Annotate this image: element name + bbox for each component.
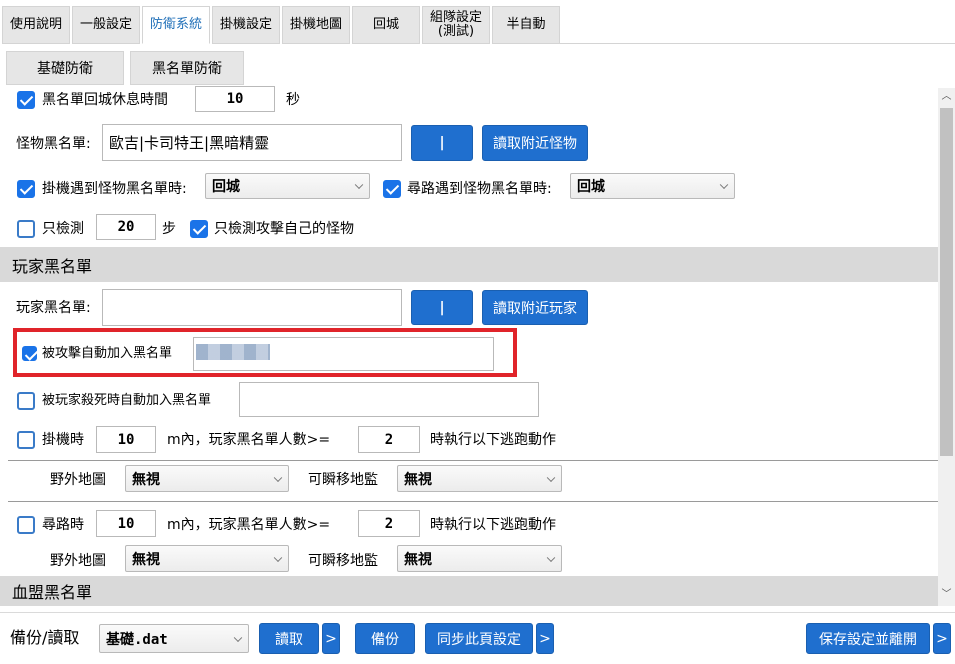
scroll-down-icon[interactable]: ﹀ <box>940 588 953 602</box>
idle-encounter-checkbox[interactable] <box>17 180 35 198</box>
idle-count-input[interactable]: 2 <box>358 426 420 453</box>
idle-field-map-label: 野外地圖 <box>50 472 106 488</box>
route-escape-tail: 時執行以下逃跑動作 <box>430 517 556 533</box>
killed-auto-add-input[interactable] <box>239 382 539 417</box>
sync-page-settings-button[interactable]: 同步此頁設定 <box>425 623 533 654</box>
idle-distance-input[interactable]: 10 <box>96 426 156 453</box>
clan-blacklist-section-header: 血盟黑名單 <box>0 576 938 606</box>
idle-escape-tail: 時執行以下逃跑動作 <box>430 432 556 448</box>
tab-party-settings[interactable]: 組隊設定 (測試) <box>422 6 490 44</box>
only-attacking-label: 只檢測攻擊自己的怪物 <box>214 221 354 237</box>
subtab-blacklist-defense[interactable]: 黑名單防衛 <box>130 51 244 85</box>
only-attacking-checkbox[interactable] <box>190 220 208 238</box>
route-escape-label: 尋路時 <box>42 517 84 533</box>
chevron-down-icon <box>273 553 283 562</box>
idle-distance-label: m內，玩家黑名單人數>= <box>167 432 331 448</box>
chevron-down-icon <box>546 553 556 562</box>
idle-field-map-select[interactable]: 無視 <box>125 465 289 492</box>
tab-bar-divider <box>560 43 955 44</box>
rest-time-input[interactable]: 10 <box>195 86 275 112</box>
chevron-down-icon <box>719 180 729 190</box>
route-teleport-select[interactable]: 無視 <box>397 545 562 572</box>
route-field-map-select[interactable]: 無視 <box>125 545 289 572</box>
route-distance-input[interactable]: 10 <box>96 510 156 537</box>
route-escape-checkbox[interactable] <box>17 516 35 534</box>
scroll-up-icon[interactable]: ︿ <box>940 90 953 104</box>
idle-teleport-label: 可瞬移地監 <box>308 472 378 488</box>
monster-blacklist-input[interactable]: 歐吉|卡司特王|黑暗精靈 <box>102 124 402 161</box>
redacted-text <box>196 344 270 360</box>
backup-file-select[interactable]: 基礎.dat <box>99 624 249 653</box>
only-detect-unit: 步 <box>162 221 176 237</box>
chevron-down-icon <box>273 473 283 482</box>
route-field-map-label: 野外地圖 <box>50 553 106 569</box>
rest-time-label: 黑名單回城休息時間 <box>42 92 168 108</box>
route-teleport-label: 可瞬移地監 <box>308 553 378 569</box>
player-blacklist-label: 玩家黑名單: <box>16 300 91 316</box>
chevron-down-icon <box>233 633 243 642</box>
player-separator-button[interactable]: | <box>411 290 473 325</box>
tab-general-settings[interactable]: 一般設定 <box>72 6 140 44</box>
route-encounter-checkbox[interactable] <box>383 180 401 198</box>
divider <box>8 501 938 502</box>
only-detect-steps-input[interactable]: 20 <box>96 214 156 240</box>
only-detect-label: 只檢測 <box>42 221 84 237</box>
sync-more-button[interactable]: > <box>536 623 554 654</box>
killed-auto-add-checkbox[interactable] <box>17 392 35 410</box>
only-detect-checkbox[interactable] <box>17 220 35 238</box>
route-count-input[interactable]: 2 <box>358 510 420 537</box>
divider <box>8 460 938 461</box>
attacked-auto-add-checkbox[interactable] <box>22 346 37 361</box>
attacked-auto-add-label: 被攻擊自動加入黑名單 <box>42 346 173 361</box>
idle-teleport-select[interactable]: 無視 <box>397 465 562 492</box>
rest-time-checkbox[interactable] <box>17 91 35 109</box>
monster-blacklist-label: 怪物黑名單: <box>16 136 91 152</box>
read-nearby-monsters-button[interactable]: 讀取附近怪物 <box>482 125 588 161</box>
read-button[interactable]: 讀取 <box>259 623 319 654</box>
read-more-button[interactable]: > <box>322 623 340 654</box>
subtab-basic-defense[interactable]: 基礎防衛 <box>6 51 124 85</box>
killed-auto-add-label: 被玩家殺死時自動加入黑名單 <box>42 393 212 408</box>
tab-usage[interactable]: 使用說明 <box>2 6 70 44</box>
rest-time-unit: 秒 <box>286 92 300 108</box>
scrollbar-thumb[interactable] <box>940 108 953 456</box>
route-encounter-select[interactable]: 回城 <box>570 173 735 199</box>
backup-read-label: 備份/讀取 <box>10 628 80 647</box>
idle-encounter-label: 掛機遇到怪物黑名單時: <box>42 181 187 197</box>
idle-encounter-select[interactable]: 回城 <box>205 173 370 199</box>
route-distance-label: m內，玩家黑名單人數>= <box>167 517 331 533</box>
monster-separator-button[interactable]: | <box>411 125 473 161</box>
chevron-down-icon <box>546 473 556 482</box>
tab-defense-system[interactable]: 防衛系統 <box>142 6 210 44</box>
tab-idle-settings[interactable]: 掛機設定 <box>212 6 280 44</box>
tab-return-town[interactable]: 回城 <box>352 6 420 44</box>
idle-escape-label: 掛機時 <box>42 432 84 448</box>
save-and-exit-button[interactable]: 保存設定並離開 <box>806 623 930 654</box>
footer-divider <box>0 612 955 613</box>
player-blacklist-input[interactable] <box>102 289 402 326</box>
backup-button[interactable]: 備份 <box>355 623 415 654</box>
tab-idle-map[interactable]: 掛機地圖 <box>282 6 350 44</box>
chevron-down-icon <box>354 180 364 190</box>
idle-escape-checkbox[interactable] <box>17 431 35 449</box>
read-nearby-players-button[interactable]: 讀取附近玩家 <box>482 290 588 325</box>
tab-semi-auto[interactable]: 半自動 <box>492 6 560 44</box>
route-encounter-label: 尋路遇到怪物黑名單時: <box>407 181 552 197</box>
save-more-button[interactable]: > <box>933 623 951 654</box>
player-blacklist-section-header: 玩家黑名單 <box>0 247 938 282</box>
